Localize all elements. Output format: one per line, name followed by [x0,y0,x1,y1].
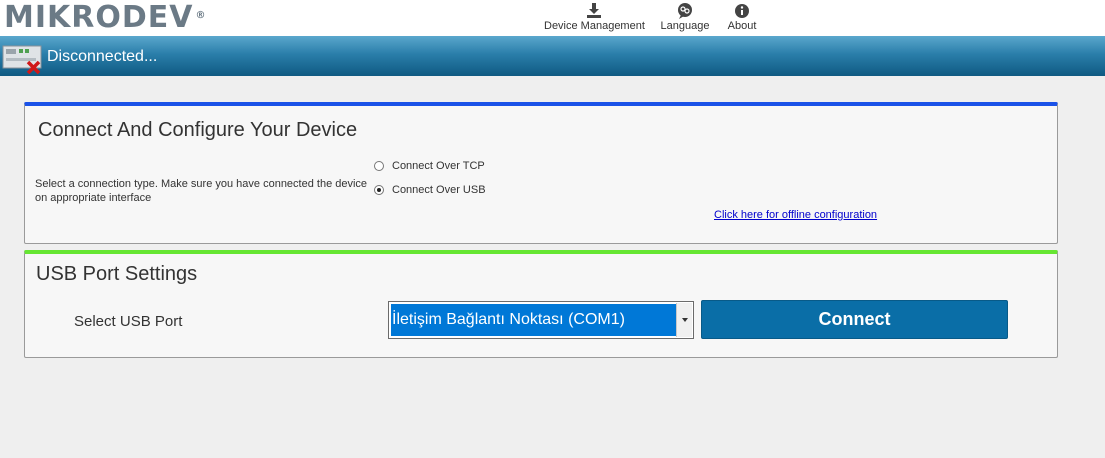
radio-usb-indicator[interactable] [374,185,384,195]
usb-port-label: Select USB Port [74,313,183,330]
usb-port-select[interactable]: İletişim Bağlantı Noktası (COM1) [388,301,694,339]
chevron-down-icon[interactable] [676,303,692,337]
mikrodev-logo: MIKRODEV ® [4,2,206,34]
radio-tcp-label: Connect Over TCP [392,160,485,172]
connection-hint: Select a connection type. Make sure you … [35,178,368,204]
radio-tcp-indicator[interactable] [374,161,384,171]
nav-about-label: About [727,20,757,32]
nav-about[interactable]: About [724,0,760,36]
status-text: Disconnected... [47,48,158,65]
connection-status-bar: Disconnected... [0,36,1105,76]
radio-connect-usb[interactable]: Connect Over USB [374,184,486,196]
usb-panel-title: USB Port Settings [36,263,198,285]
connect-configure-panel: Connect And Configure Your Device Select… [24,102,1058,244]
connect-panel-title: Connect And Configure Your Device [38,119,358,141]
language-icon [678,3,692,19]
connect-button[interactable]: Connect [701,300,1008,339]
info-icon [735,4,749,18]
offline-configuration-link[interactable]: Click here for offline configuration [714,209,877,221]
nav-language-label: Language [660,20,710,32]
download-icon [587,3,601,18]
registered-mark: ® [195,10,207,21]
nav-device-management-label: Device Management [544,20,645,32]
top-header: MIKRODEV ® Device Management Language Abo… [0,0,1105,36]
logo-text: MIKRODEV [4,0,194,35]
selected-port-value: İletişim Bağlantı Noktası (COM1) [391,304,676,336]
usb-port-settings-panel: USB Port Settings Select USB Port İletiş… [24,250,1058,358]
device-disconnected-icon [2,45,42,75]
radio-usb-label: Connect Over USB [392,184,486,196]
nav-language[interactable]: Language [658,0,712,36]
radio-connect-tcp[interactable]: Connect Over TCP [374,160,485,172]
nav-device-management[interactable]: Device Management [544,0,645,36]
